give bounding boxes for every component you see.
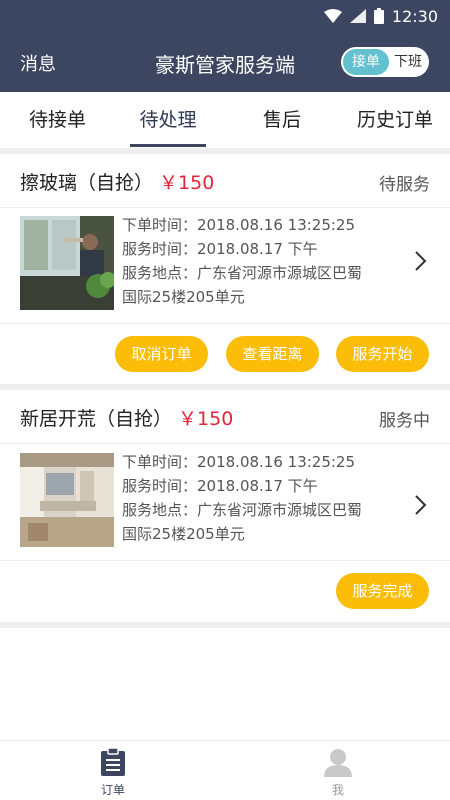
- order-details: 下单时间：2018.08.16 13:25:25 服务时间：2018.08.17…: [122, 213, 412, 309]
- service-address: 服务地点：广东省河源市源城区巴蜀: [122, 264, 363, 282]
- order-details: 下单时间：2018.08.16 13:25:25 服务时间：2018.08.17…: [122, 450, 412, 546]
- order-title: 新居开荒（自抢） ￥150: [20, 404, 233, 431]
- work-status-toggle[interactable]: 接单 下班: [341, 47, 429, 77]
- status-icons: 12:30: [323, 6, 438, 26]
- order-card[interactable]: 擦玻璃（自抢） ￥150 待服务 下单时间：2018.08.16 13:25:25…: [0, 154, 450, 384]
- order-status: 服务中: [379, 411, 430, 431]
- toggle-accept-orders[interactable]: 接单: [343, 49, 389, 75]
- start-service-button[interactable]: 服务开始: [336, 336, 429, 372]
- tab-after-sales[interactable]: 售后: [229, 92, 335, 148]
- nav-me[interactable]: 我: [298, 741, 378, 800]
- order-time: 下单时间：2018.08.16 13:25:25: [122, 453, 356, 471]
- toggle-off-duty[interactable]: 下班: [389, 49, 427, 75]
- nav-orders[interactable]: 订单: [73, 741, 153, 800]
- nav-me-label: 我: [331, 783, 344, 797]
- order-title-text: 擦玻璃（自抢）: [20, 172, 154, 194]
- window-cleaning-photo: [20, 216, 114, 310]
- order-tabs: 待接单 待处理 售后 历史订单: [0, 92, 450, 148]
- service-address-cont: 国际25楼205单元: [122, 288, 245, 306]
- active-tab-indicator: [130, 144, 206, 147]
- wifi-icon: [323, 9, 342, 23]
- order-price: ￥150: [178, 408, 234, 430]
- service-time: 服务时间：2018.08.17 下午: [122, 477, 318, 495]
- service-address-cont: 国际25楼205单元: [122, 525, 245, 543]
- app-header: 消息 豪斯管家服务端 接单 下班: [0, 32, 450, 92]
- order-time: 下单时间：2018.08.16 13:25:25: [122, 216, 356, 234]
- order-card[interactable]: 新居开荒（自抢） ￥150 服务中 下单时间：2018.08.16 13:25:2…: [0, 390, 450, 622]
- user-icon: [324, 749, 352, 777]
- order-title: 擦玻璃（自抢） ￥150: [20, 168, 214, 195]
- cancel-order-button[interactable]: 取消订单: [115, 336, 208, 372]
- complete-service-button[interactable]: 服务完成: [336, 573, 429, 609]
- signal-icon: [349, 9, 366, 23]
- new-home-cleaning-photo: [20, 453, 114, 547]
- tab-pending-process[interactable]: 待处理: [115, 92, 221, 148]
- card-divider: [0, 560, 450, 561]
- clipboard-icon: [101, 747, 125, 776]
- battery-icon: [373, 8, 384, 24]
- section-gap: [0, 622, 450, 628]
- status-time: 12:30: [391, 6, 438, 26]
- service-address: 服务地点：广东省河源市源城区巴蜀: [122, 501, 363, 519]
- view-distance-button[interactable]: 查看距离: [226, 336, 319, 372]
- order-price: ￥150: [159, 172, 215, 194]
- order-status: 待服务: [379, 175, 430, 195]
- status-bar: 12:30: [0, 0, 450, 32]
- order-card-header: 擦玻璃（自抢） ￥150 待服务: [0, 154, 450, 208]
- bottom-navigation: 订单 我: [0, 740, 450, 800]
- card-divider: [0, 323, 450, 324]
- tab-pending-accept[interactable]: 待接单: [5, 92, 110, 148]
- service-time: 服务时间：2018.08.17 下午: [122, 240, 318, 258]
- order-title-text: 新居开荒（自抢）: [20, 408, 173, 430]
- chevron-right-icon[interactable]: [414, 250, 428, 272]
- tab-order-history[interactable]: 历史订单: [340, 92, 450, 148]
- chevron-right-icon[interactable]: [414, 494, 428, 516]
- order-card-header: 新居开荒（自抢） ￥150 服务中: [0, 390, 450, 444]
- nav-orders-label: 订单: [100, 783, 125, 797]
